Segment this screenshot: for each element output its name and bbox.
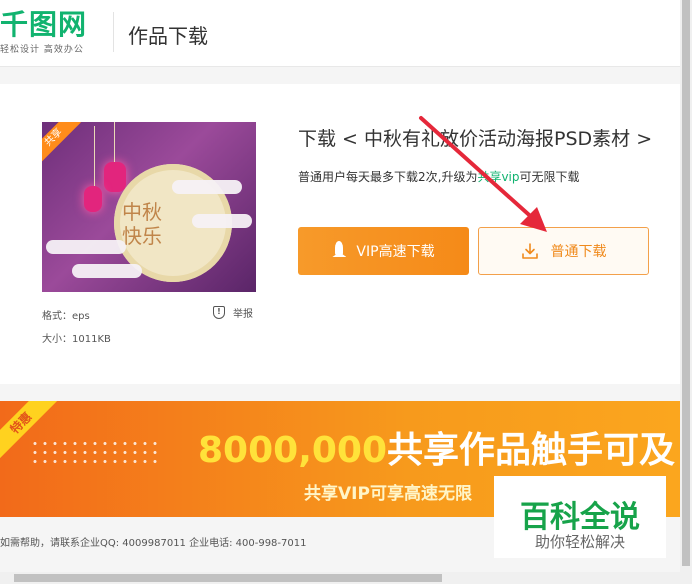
banner-subline: 共享VIP可享高速无限 (304, 484, 472, 504)
banner-headline: 8000,000共享作品触手可及 (198, 421, 675, 473)
download-title: 下载 < 中秋有礼放价活动海报PSD素材 > (298, 128, 653, 150)
desc-text-end: 可无限下载 (519, 170, 580, 184)
watermark-box: 百科全说 助你轻松解决 (494, 476, 666, 558)
cloud-decoration (72, 264, 142, 278)
banner-headline-text: 共享作品触手可及 (387, 430, 676, 471)
vip-download-label: VIP高速下载 (356, 244, 435, 260)
report-link[interactable]: ! 举报 (213, 305, 253, 320)
download-icon (521, 243, 538, 259)
watermark-title: 百科全说 (520, 500, 640, 535)
vertical-scrollbar[interactable] (680, 0, 692, 572)
page-header: 千图网 轻松设计 高效办公 作品下载 (0, 0, 680, 67)
site-logo[interactable]: 千图网 轻松设计 高效办公 (0, 8, 100, 58)
watermark-subtitle: 助你轻松解决 (534, 533, 625, 551)
vertical-scroll-thumb[interactable] (682, 0, 690, 566)
report-label: 举报 (233, 309, 253, 320)
horizontal-scroll-thumb[interactable] (14, 574, 442, 582)
normal-download-label: 普通下载 (550, 244, 607, 260)
product-thumbnail[interactable]: 中秋 快乐 共享 (42, 122, 256, 292)
logo-tagline: 轻松设计 高效办公 (0, 45, 84, 55)
contact-info: 如需帮助，请联系企业QQ: 4009987011 企业电话: 400-998-7… (0, 538, 307, 549)
cloud-decoration (192, 214, 252, 228)
logo-text: 千图网 (0, 8, 88, 41)
cloud-decoration (46, 240, 126, 254)
page-title: 作品下载 (128, 24, 208, 48)
banner-number: 8000,000 (198, 430, 388, 471)
thumbnail-caption: 中秋 快乐 (122, 200, 162, 248)
lantern-image (104, 122, 126, 192)
shared-badge: 共享 (42, 122, 81, 165)
header-divider (113, 12, 114, 52)
vip-upgrade-link[interactable]: 共享vip (477, 170, 519, 184)
rocket-icon (332, 241, 346, 261)
cloud-decoration (172, 180, 242, 194)
download-description: 普通用户每天最多下载2次,升级为共享vip可无限下载 (298, 168, 580, 185)
desc-text: 普通用户每天最多下载2次,升级为 (298, 170, 478, 184)
lantern-image (84, 126, 102, 212)
horizontal-scrollbar[interactable] (0, 572, 692, 584)
normal-download-button[interactable]: 普通下载 (478, 227, 649, 275)
dot-pattern (30, 439, 160, 467)
report-icon: ! (213, 306, 225, 319)
file-format: 格式：eps (42, 311, 90, 322)
download-card: 中秋 快乐 共享 格式：eps 大小：1011KB ! 举报 下载 < 中秋有礼… (0, 84, 680, 384)
vip-download-button[interactable]: VIP高速下载 (298, 227, 469, 275)
thumbnail-caption-line1: 中秋 (122, 200, 162, 224)
file-size: 大小：1011KB (42, 334, 111, 345)
thumbnail-caption-line2: 快乐 (122, 224, 162, 248)
